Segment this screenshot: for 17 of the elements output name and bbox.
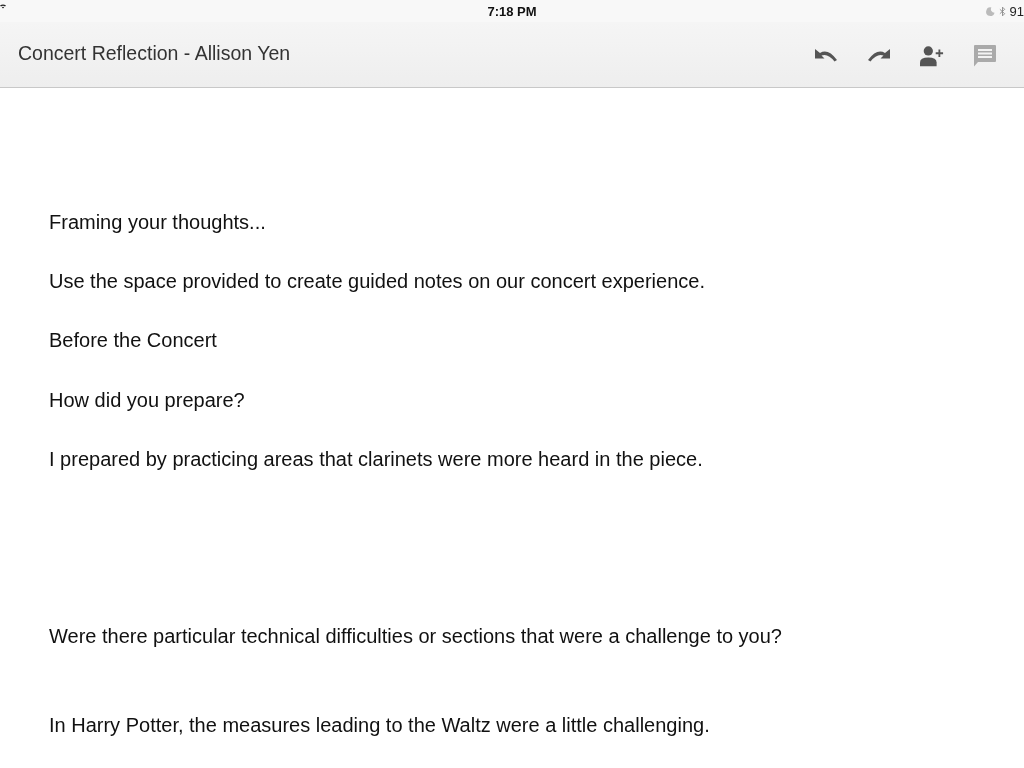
document-paragraph: Were there particular technical difficulties or sections that were a challenge to you?	[49, 624, 783, 648]
document-paragraph: Framing your thoughts...	[49, 210, 267, 234]
document-paragraph: Use the space provided to create guided notes on our concert experience.	[49, 269, 706, 293]
status-time: 7:18 PM	[486, 4, 538, 19]
bluetooth-icon	[998, 5, 1006, 17]
battery-percent: 91	[1009, 3, 1024, 19]
redo-icon	[866, 48, 891, 63]
undo-icon	[813, 48, 838, 63]
person-add-icon	[919, 44, 944, 67]
document-paragraph: I prepared by practicing areas that clarinets were more heard in the piece.	[49, 447, 704, 471]
document-paragraph: In Harry Potter, the measures leading to the Waltz were a little challenging.	[49, 713, 711, 737]
moon-icon	[985, 6, 995, 16]
comment-icon	[972, 44, 997, 67]
document-paragraph: How did you prepare?	[49, 388, 246, 412]
wifi-icon	[0, 4, 6, 11]
document-title: Concert Reflection - Allison Yen	[18, 42, 291, 65]
document-paragraph: Before the Concert	[49, 328, 218, 352]
